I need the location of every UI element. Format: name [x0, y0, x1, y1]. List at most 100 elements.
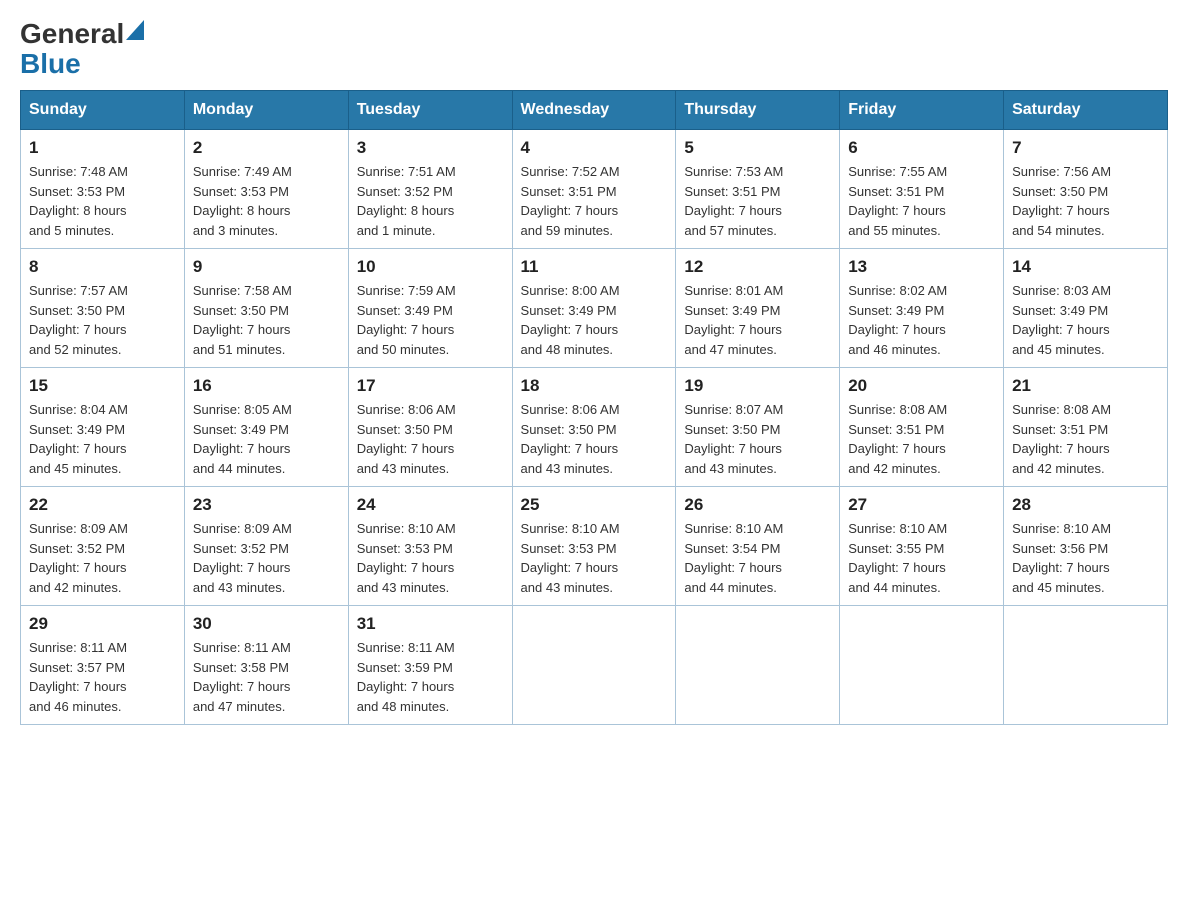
day-number: 29 [29, 614, 176, 634]
calendar-cell [840, 606, 1004, 725]
day-info: Sunrise: 7:57 AMSunset: 3:50 PMDaylight:… [29, 281, 176, 359]
day-number: 22 [29, 495, 176, 515]
day-info: Sunrise: 8:11 AMSunset: 3:59 PMDaylight:… [357, 638, 504, 716]
calendar-cell: 29 Sunrise: 8:11 AMSunset: 3:57 PMDaylig… [21, 606, 185, 725]
header-sunday: Sunday [21, 91, 185, 130]
day-number: 14 [1012, 257, 1159, 277]
day-number: 5 [684, 138, 831, 158]
weekday-header-row: SundayMondayTuesdayWednesdayThursdayFrid… [21, 91, 1168, 130]
day-info: Sunrise: 8:10 AMSunset: 3:54 PMDaylight:… [684, 519, 831, 597]
calendar-cell: 24 Sunrise: 8:10 AMSunset: 3:53 PMDaylig… [348, 487, 512, 606]
calendar-cell: 31 Sunrise: 8:11 AMSunset: 3:59 PMDaylig… [348, 606, 512, 725]
day-number: 27 [848, 495, 995, 515]
day-number: 1 [29, 138, 176, 158]
week-row-2: 8 Sunrise: 7:57 AMSunset: 3:50 PMDayligh… [21, 249, 1168, 368]
day-info: Sunrise: 8:10 AMSunset: 3:53 PMDaylight:… [357, 519, 504, 597]
day-info: Sunrise: 7:58 AMSunset: 3:50 PMDaylight:… [193, 281, 340, 359]
day-info: Sunrise: 7:48 AMSunset: 3:53 PMDaylight:… [29, 162, 176, 240]
logo-arrow-icon [126, 20, 144, 40]
day-info: Sunrise: 7:51 AMSunset: 3:52 PMDaylight:… [357, 162, 504, 240]
header-monday: Monday [184, 91, 348, 130]
header-tuesday: Tuesday [348, 91, 512, 130]
calendar-cell: 10 Sunrise: 7:59 AMSunset: 3:49 PMDaylig… [348, 249, 512, 368]
week-row-3: 15 Sunrise: 8:04 AMSunset: 3:49 PMDaylig… [21, 368, 1168, 487]
day-number: 28 [1012, 495, 1159, 515]
header-wednesday: Wednesday [512, 91, 676, 130]
day-number: 3 [357, 138, 504, 158]
day-info: Sunrise: 8:04 AMSunset: 3:49 PMDaylight:… [29, 400, 176, 478]
day-number: 31 [357, 614, 504, 634]
calendar-cell: 6 Sunrise: 7:55 AMSunset: 3:51 PMDayligh… [840, 130, 1004, 249]
day-info: Sunrise: 7:52 AMSunset: 3:51 PMDaylight:… [521, 162, 668, 240]
page-header: General Blue [20, 20, 1168, 80]
day-number: 2 [193, 138, 340, 158]
day-info: Sunrise: 8:09 AMSunset: 3:52 PMDaylight:… [29, 519, 176, 597]
day-info: Sunrise: 8:11 AMSunset: 3:57 PMDaylight:… [29, 638, 176, 716]
day-info: Sunrise: 8:02 AMSunset: 3:49 PMDaylight:… [848, 281, 995, 359]
day-info: Sunrise: 8:06 AMSunset: 3:50 PMDaylight:… [357, 400, 504, 478]
calendar-cell: 15 Sunrise: 8:04 AMSunset: 3:49 PMDaylig… [21, 368, 185, 487]
day-info: Sunrise: 8:05 AMSunset: 3:49 PMDaylight:… [193, 400, 340, 478]
day-number: 21 [1012, 376, 1159, 396]
calendar-cell: 25 Sunrise: 8:10 AMSunset: 3:53 PMDaylig… [512, 487, 676, 606]
calendar-cell: 17 Sunrise: 8:06 AMSunset: 3:50 PMDaylig… [348, 368, 512, 487]
calendar-cell: 18 Sunrise: 8:06 AMSunset: 3:50 PMDaylig… [512, 368, 676, 487]
calendar-cell: 22 Sunrise: 8:09 AMSunset: 3:52 PMDaylig… [21, 487, 185, 606]
calendar-table: SundayMondayTuesdayWednesdayThursdayFrid… [20, 90, 1168, 725]
logo-general-text: General [20, 20, 124, 48]
calendar-cell: 23 Sunrise: 8:09 AMSunset: 3:52 PMDaylig… [184, 487, 348, 606]
calendar-cell: 26 Sunrise: 8:10 AMSunset: 3:54 PMDaylig… [676, 487, 840, 606]
calendar-cell: 21 Sunrise: 8:08 AMSunset: 3:51 PMDaylig… [1004, 368, 1168, 487]
calendar-cell: 4 Sunrise: 7:52 AMSunset: 3:51 PMDayligh… [512, 130, 676, 249]
day-number: 16 [193, 376, 340, 396]
day-info: Sunrise: 7:56 AMSunset: 3:50 PMDaylight:… [1012, 162, 1159, 240]
day-number: 17 [357, 376, 504, 396]
day-number: 8 [29, 257, 176, 277]
calendar-cell: 28 Sunrise: 8:10 AMSunset: 3:56 PMDaylig… [1004, 487, 1168, 606]
day-info: Sunrise: 7:59 AMSunset: 3:49 PMDaylight:… [357, 281, 504, 359]
day-number: 10 [357, 257, 504, 277]
week-row-1: 1 Sunrise: 7:48 AMSunset: 3:53 PMDayligh… [21, 130, 1168, 249]
day-info: Sunrise: 8:03 AMSunset: 3:49 PMDaylight:… [1012, 281, 1159, 359]
day-number: 15 [29, 376, 176, 396]
calendar-cell: 14 Sunrise: 8:03 AMSunset: 3:49 PMDaylig… [1004, 249, 1168, 368]
calendar-cell: 30 Sunrise: 8:11 AMSunset: 3:58 PMDaylig… [184, 606, 348, 725]
day-info: Sunrise: 8:08 AMSunset: 3:51 PMDaylight:… [1012, 400, 1159, 478]
calendar-cell: 2 Sunrise: 7:49 AMSunset: 3:53 PMDayligh… [184, 130, 348, 249]
day-number: 18 [521, 376, 668, 396]
logo: General Blue [20, 20, 144, 80]
day-info: Sunrise: 8:09 AMSunset: 3:52 PMDaylight:… [193, 519, 340, 597]
day-number: 11 [521, 257, 668, 277]
calendar-cell: 11 Sunrise: 8:00 AMSunset: 3:49 PMDaylig… [512, 249, 676, 368]
day-info: Sunrise: 8:06 AMSunset: 3:50 PMDaylight:… [521, 400, 668, 478]
calendar-cell [512, 606, 676, 725]
week-row-4: 22 Sunrise: 8:09 AMSunset: 3:52 PMDaylig… [21, 487, 1168, 606]
day-info: Sunrise: 7:55 AMSunset: 3:51 PMDaylight:… [848, 162, 995, 240]
day-number: 20 [848, 376, 995, 396]
day-number: 26 [684, 495, 831, 515]
day-number: 30 [193, 614, 340, 634]
calendar-cell: 3 Sunrise: 7:51 AMSunset: 3:52 PMDayligh… [348, 130, 512, 249]
day-number: 24 [357, 495, 504, 515]
logo-blue-text: Blue [20, 48, 81, 80]
calendar-cell: 8 Sunrise: 7:57 AMSunset: 3:50 PMDayligh… [21, 249, 185, 368]
day-number: 4 [521, 138, 668, 158]
day-number: 19 [684, 376, 831, 396]
calendar-cell: 1 Sunrise: 7:48 AMSunset: 3:53 PMDayligh… [21, 130, 185, 249]
day-number: 9 [193, 257, 340, 277]
day-number: 12 [684, 257, 831, 277]
day-info: Sunrise: 8:01 AMSunset: 3:49 PMDaylight:… [684, 281, 831, 359]
calendar-cell: 27 Sunrise: 8:10 AMSunset: 3:55 PMDaylig… [840, 487, 1004, 606]
calendar-cell: 12 Sunrise: 8:01 AMSunset: 3:49 PMDaylig… [676, 249, 840, 368]
day-info: Sunrise: 7:49 AMSunset: 3:53 PMDaylight:… [193, 162, 340, 240]
calendar-cell: 19 Sunrise: 8:07 AMSunset: 3:50 PMDaylig… [676, 368, 840, 487]
calendar-cell: 13 Sunrise: 8:02 AMSunset: 3:49 PMDaylig… [840, 249, 1004, 368]
day-number: 25 [521, 495, 668, 515]
day-number: 6 [848, 138, 995, 158]
day-number: 23 [193, 495, 340, 515]
day-info: Sunrise: 7:53 AMSunset: 3:51 PMDaylight:… [684, 162, 831, 240]
day-info: Sunrise: 8:08 AMSunset: 3:51 PMDaylight:… [848, 400, 995, 478]
header-saturday: Saturday [1004, 91, 1168, 130]
day-number: 13 [848, 257, 995, 277]
day-info: Sunrise: 8:07 AMSunset: 3:50 PMDaylight:… [684, 400, 831, 478]
